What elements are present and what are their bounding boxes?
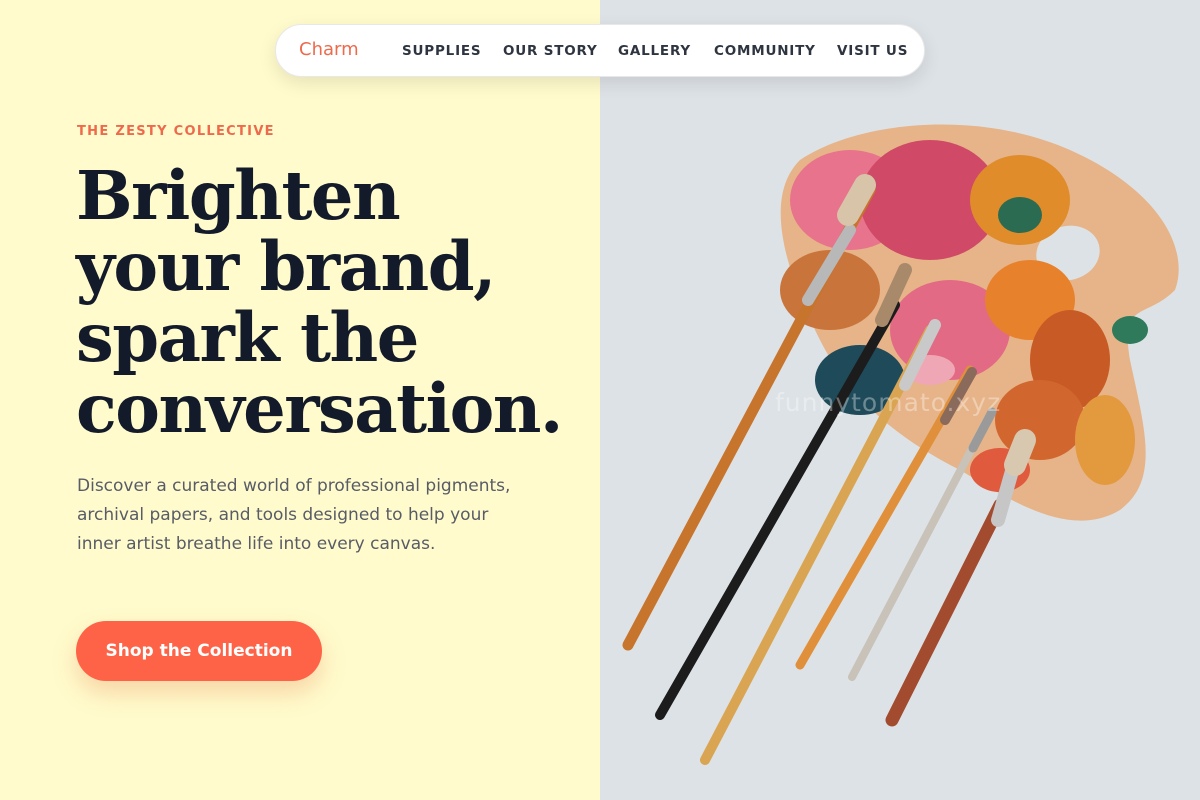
hero-image — [600, 0, 1200, 800]
headline-line-4: conversation. — [76, 369, 563, 448]
nav-item-visit-us[interactable]: VISIT US — [837, 43, 908, 59]
nav-item-community[interactable]: COMMUNITY — [714, 43, 816, 59]
hero-eyebrow: THE ZESTY COLLECTIVE — [77, 124, 275, 139]
headline-line-2: your brand, — [76, 227, 496, 306]
paint-palette-illustration — [622, 124, 1179, 765]
headline-line-3: spark the — [76, 298, 419, 377]
shop-collection-button[interactable]: Shop the Collection — [76, 621, 322, 681]
headline-line-1: Brighten — [76, 156, 401, 235]
nav-item-supplies[interactable]: SUPPLIES — [402, 43, 481, 59]
top-navigation: Charm SUPPLIES OUR STORY GALLERY COMMUNI… — [275, 24, 925, 77]
brand-logo[interactable]: Charm — [299, 39, 359, 60]
hero-description: Discover a curated world of professional… — [77, 476, 511, 554]
nav-item-gallery[interactable]: GALLERY — [618, 43, 691, 59]
hero-headline: Brighten your brand, spark the conversat… — [76, 160, 596, 444]
nav-item-our-story[interactable]: OUR STORY — [503, 43, 598, 59]
